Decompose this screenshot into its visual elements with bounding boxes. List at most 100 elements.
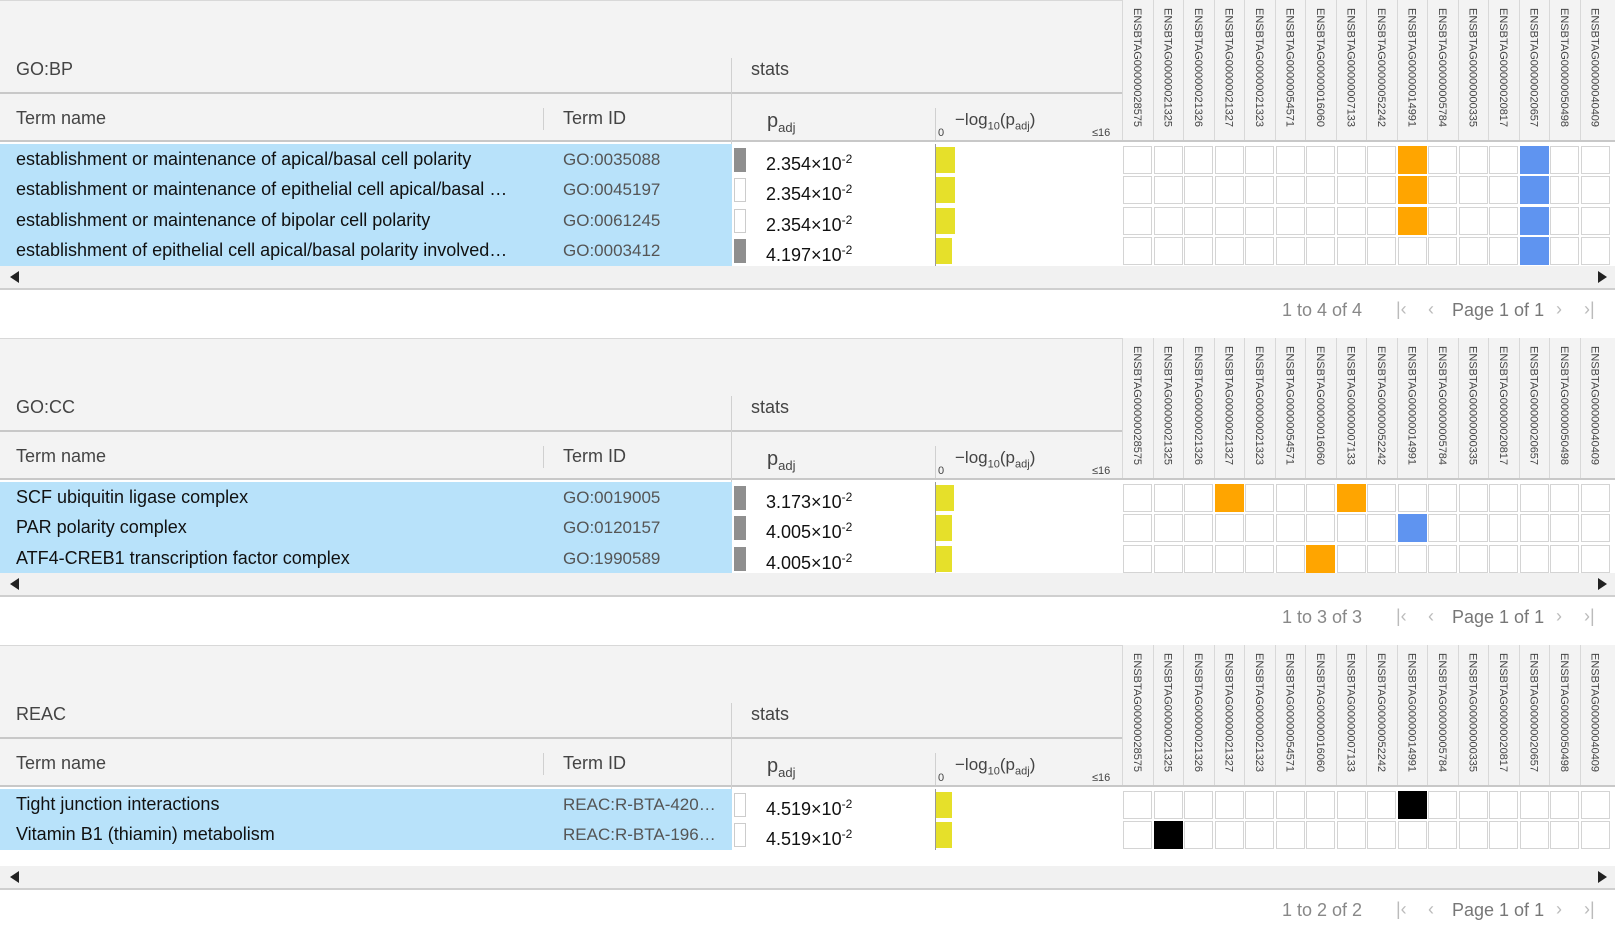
- gene-hit-cell[interactable]: [1580, 484, 1610, 512]
- gene-hit-cell[interactable]: [1397, 206, 1427, 235]
- gene-hit-cell[interactable]: [1489, 206, 1518, 235]
- term-id-cell[interactable]: GO:0061245: [563, 205, 660, 236]
- gene-column-header[interactable]: ENSBTAG00000028575: [1122, 645, 1154, 785]
- gene-hit-cell[interactable]: [1519, 544, 1549, 573]
- gene-hit-cell[interactable]: [1489, 146, 1518, 174]
- term-id-cell[interactable]: GO:0120157: [563, 512, 660, 543]
- gene-hit-cell[interactable]: [1550, 514, 1579, 543]
- gene-hit-cell[interactable]: [1336, 176, 1366, 205]
- gene-hit-cell[interactable]: [1367, 484, 1396, 512]
- gene-hit-cell[interactable]: [1397, 484, 1427, 512]
- gene-hit-cell[interactable]: [1336, 821, 1366, 850]
- padj-column-header[interactable]: padj: [767, 448, 795, 473]
- gene-hit-cell[interactable]: [1214, 544, 1244, 573]
- gene-hit-cell[interactable]: [1367, 821, 1396, 850]
- gene-hit-cell[interactable]: [1245, 791, 1274, 819]
- scroll-right-icon[interactable]: [1598, 578, 1607, 591]
- gene-hit-cell[interactable]: [1580, 544, 1610, 573]
- gene-hit-cell[interactable]: [1275, 176, 1305, 205]
- last-page-icon[interactable]: ›|: [1584, 299, 1595, 320]
- horizontal-scrollbar[interactable]: [0, 573, 1615, 598]
- horizontal-scrollbar[interactable]: [0, 865, 1615, 890]
- next-page-icon[interactable]: ›: [1556, 299, 1562, 320]
- gene-column-header[interactable]: ENSBTAG00000021323: [1244, 0, 1276, 140]
- gene-hit-cell[interactable]: [1550, 544, 1579, 573]
- term-name-column-header[interactable]: Term name: [16, 446, 106, 467]
- scroll-right-icon[interactable]: [1598, 270, 1607, 283]
- gene-hit-cell[interactable]: [1519, 514, 1549, 543]
- gene-column-header[interactable]: ENSBTAG00000021327: [1213, 338, 1246, 478]
- table-row[interactable]: ATF4-CREB1 transcription factor complex G…: [0, 542, 1615, 574]
- gene-hit-cell[interactable]: [1519, 206, 1549, 235]
- gene-column-header[interactable]: ENSBTAG00000040409: [1579, 645, 1612, 785]
- gene-hit-cell[interactable]: [1153, 206, 1183, 235]
- gene-hit-cell[interactable]: [1428, 176, 1457, 205]
- gene-column-header[interactable]: ENSBTAG00000021325: [1152, 338, 1185, 478]
- gene-hit-cell[interactable]: [1184, 544, 1213, 573]
- gene-hit-cell[interactable]: [1214, 821, 1244, 850]
- gene-hit-cell[interactable]: [1123, 514, 1152, 543]
- prev-page-icon[interactable]: ‹: [1428, 299, 1434, 320]
- gene-hit-cell[interactable]: [1458, 484, 1488, 512]
- gene-hit-cell[interactable]: [1397, 176, 1427, 205]
- gene-hit-cell[interactable]: [1245, 237, 1274, 266]
- gene-column-header[interactable]: ENSBTAG00000020657: [1518, 0, 1551, 140]
- gene-hit-cell[interactable]: [1428, 791, 1457, 819]
- gene-hit-cell[interactable]: [1489, 544, 1518, 573]
- gene-hit-cell[interactable]: [1428, 514, 1457, 543]
- term-id-column-header[interactable]: Term ID: [563, 446, 626, 467]
- gene-hit-cell[interactable]: [1367, 791, 1396, 819]
- gene-hit-cell[interactable]: [1550, 484, 1579, 512]
- padj-column-header[interactable]: padj: [767, 755, 795, 780]
- term-id-cell[interactable]: REAC:R-BTA-196…: [563, 819, 716, 850]
- term-id-cell[interactable]: REAC:R-BTA-420…: [563, 789, 716, 820]
- gene-column-header[interactable]: ENSBTAG00000000335: [1457, 645, 1490, 785]
- gene-hit-cell[interactable]: [1489, 176, 1518, 205]
- gene-column-header[interactable]: ENSBTAG00000000335: [1457, 338, 1490, 478]
- gene-hit-cell[interactable]: [1275, 514, 1305, 543]
- gene-column-header[interactable]: ENSBTAG00000020817: [1488, 338, 1520, 478]
- gene-hit-cell[interactable]: [1153, 484, 1183, 512]
- gene-column-header[interactable]: ENSBTAG00000016060: [1305, 0, 1337, 140]
- gene-column-header[interactable]: ENSBTAG00000028575: [1122, 338, 1154, 478]
- table-row[interactable]: Tight junction interactions REAC:R-BTA-42…: [0, 789, 1615, 820]
- gene-hit-cell[interactable]: [1184, 821, 1213, 850]
- gene-column-header[interactable]: ENSBTAG00000020657: [1518, 645, 1551, 785]
- table-row[interactable]: SCF ubiquitin ligase complex GO:0019005 3.…: [0, 482, 1615, 513]
- gene-hit-cell[interactable]: [1428, 544, 1457, 573]
- gene-hit-cell[interactable]: [1153, 176, 1183, 205]
- gene-column-header[interactable]: ENSBTAG00000007133: [1335, 338, 1368, 478]
- gene-hit-cell[interactable]: [1397, 146, 1427, 174]
- gene-hit-cell[interactable]: [1306, 237, 1335, 266]
- gene-hit-cell[interactable]: [1306, 791, 1335, 819]
- last-page-icon[interactable]: ›|: [1584, 899, 1595, 920]
- gene-hit-cell[interactable]: [1306, 176, 1335, 205]
- gene-hit-cell[interactable]: [1550, 791, 1579, 819]
- gene-hit-cell[interactable]: [1367, 176, 1396, 205]
- gene-hit-cell[interactable]: [1580, 146, 1610, 174]
- gene-hit-cell[interactable]: [1458, 544, 1488, 573]
- gene-hit-cell[interactable]: [1367, 544, 1396, 573]
- gene-hit-cell[interactable]: [1153, 544, 1183, 573]
- prev-page-icon[interactable]: ‹: [1428, 606, 1434, 627]
- gene-hit-cell[interactable]: [1306, 544, 1335, 573]
- gene-hit-cell[interactable]: [1275, 791, 1305, 819]
- gene-column-header[interactable]: ENSBTAG00000021327: [1213, 645, 1246, 785]
- gene-hit-cell[interactable]: [1153, 146, 1183, 174]
- gene-column-header[interactable]: ENSBTAG00000016060: [1305, 338, 1337, 478]
- gene-hit-cell[interactable]: [1184, 484, 1213, 512]
- gene-column-header[interactable]: ENSBTAG00000050498: [1549, 645, 1581, 785]
- first-page-icon[interactable]: |‹: [1396, 606, 1407, 627]
- gene-hit-cell[interactable]: [1336, 484, 1366, 512]
- gene-hit-cell[interactable]: [1153, 821, 1183, 850]
- gene-hit-cell[interactable]: [1153, 237, 1183, 266]
- gene-hit-cell[interactable]: [1275, 146, 1305, 174]
- scroll-left-icon[interactable]: [10, 870, 19, 883]
- gene-hit-cell[interactable]: [1123, 176, 1152, 205]
- gene-hit-cell[interactable]: [1184, 791, 1213, 819]
- gene-hit-cell[interactable]: [1519, 176, 1549, 205]
- gene-hit-cell[interactable]: [1519, 237, 1549, 266]
- table-row[interactable]: Vitamin B1 (thiamin) metabolism REAC:R-BT…: [0, 819, 1615, 851]
- table-row[interactable]: establishment or maintenance of epitheli…: [0, 174, 1615, 206]
- gene-hit-cell[interactable]: [1245, 206, 1274, 235]
